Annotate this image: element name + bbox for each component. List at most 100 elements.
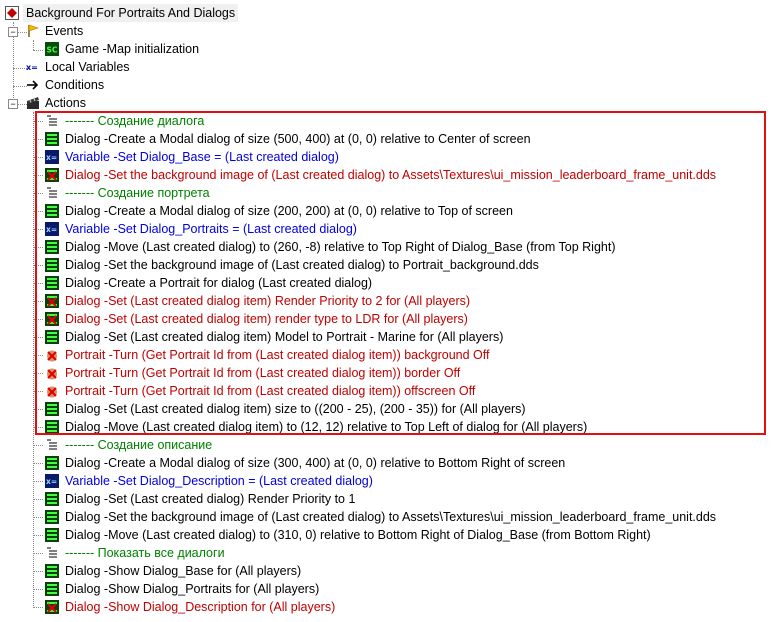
tree-line (33, 265, 43, 266)
comment-icon (45, 186, 59, 200)
tree-line (33, 355, 43, 356)
action-text: Dialog -Show Dialog_Portraits for (All p… (65, 582, 320, 596)
action-text: ------- Показать все диалоги (65, 546, 225, 560)
tree-line (33, 337, 43, 338)
clapper-icon (26, 96, 40, 110)
tree-line (33, 445, 43, 446)
trigger-tree: − − Background For Portraits And Dialogs… (0, 0, 771, 622)
tree-line (33, 553, 43, 554)
action-text: Portrait -Turn (Get Portrait Id from (La… (65, 384, 476, 398)
events-label: Events (45, 24, 84, 38)
tree-line (33, 139, 43, 140)
svg-text:SC: SC (47, 46, 58, 55)
actions-label: Actions (45, 96, 86, 110)
tree-line (33, 157, 43, 158)
svg-text:x=: x= (46, 153, 57, 162)
action-text: Dialog -Show Dialog_Base for (All player… (65, 564, 302, 578)
tree-line (33, 121, 43, 122)
tree-line (33, 193, 43, 194)
conditions-label: Conditions (45, 78, 105, 92)
action-icon (45, 132, 59, 146)
svg-text:x=: x= (46, 225, 57, 234)
tree-line (13, 68, 27, 69)
action-text: Dialog -Set the background image of (Las… (65, 168, 717, 182)
tree-line (33, 409, 43, 410)
action-text: Dialog -Move (Last created dialog item) … (65, 420, 588, 434)
tree-line (33, 229, 43, 230)
tree-line (33, 517, 43, 518)
event-sc-icon: SC (45, 42, 59, 56)
arrow-icon (26, 78, 40, 92)
tree-line (33, 535, 43, 536)
action-icon (45, 528, 59, 542)
tree-line (33, 463, 43, 464)
action-text: Dialog -Create a Modal dialog of size (3… (65, 456, 566, 470)
action-text: Dialog -Create a Modal dialog of size (2… (65, 204, 513, 218)
variables-icon: x= (26, 60, 40, 74)
action-text: Dialog -Set (Last created dialog item) r… (65, 312, 468, 326)
action-text: Dialog -Set (Last created dialog) Render… (65, 492, 356, 506)
action-text: ------- Создание портрета (65, 186, 210, 200)
action-icon (45, 258, 59, 272)
portrait-error-icon (45, 384, 59, 398)
trigger-icon (5, 6, 19, 20)
portrait-error-icon (45, 366, 59, 380)
action-icon (45, 204, 59, 218)
tree-line (33, 391, 43, 392)
action-text: Dialog -Move (Last created dialog) to (2… (65, 240, 616, 254)
action-icon (45, 582, 59, 596)
action-icon (45, 330, 59, 344)
action-text: Dialog -Create a Modal dialog of size (5… (65, 132, 531, 146)
action-text: Portrait -Turn (Get Portrait Id from (La… (65, 366, 461, 380)
svg-text:x=: x= (46, 477, 57, 486)
tree-line (33, 211, 43, 212)
action-error-icon (45, 312, 59, 326)
flag-icon (26, 24, 40, 38)
expander-events[interactable]: − (8, 27, 18, 37)
action-icon (45, 456, 59, 470)
tree-line (33, 373, 43, 374)
action-text: Dialog -Show Dialog_Description for (All… (65, 600, 336, 614)
trigger-name: Background For Portraits And Dialogs (23, 4, 239, 22)
action-icon (45, 402, 59, 416)
action-text: Variable -Set Dialog_Description = (Last… (65, 474, 373, 488)
comment-icon (45, 438, 59, 452)
action-error-icon (45, 294, 59, 308)
tree-line (33, 112, 34, 608)
action-icon (45, 510, 59, 524)
tree-line (33, 283, 43, 284)
tree-line (33, 589, 43, 590)
comment-icon (45, 546, 59, 560)
action-icon (45, 420, 59, 434)
action-text: Dialog -Create a Portrait for dialog (La… (65, 276, 373, 290)
action-text: ------- Создание диалога (65, 114, 205, 128)
action-error-icon (45, 168, 59, 182)
expander-actions[interactable]: − (8, 99, 18, 109)
action-text: Dialog -Set the background image of (Las… (65, 510, 717, 524)
tree-line (33, 427, 43, 428)
tree-line (13, 86, 27, 87)
action-icon (45, 492, 59, 506)
tree-line (33, 319, 43, 320)
action-text: Variable -Set Dialog_Portraits = (Last c… (65, 222, 357, 236)
action-text: Dialog -Set (Last created dialog item) M… (65, 330, 504, 344)
action-text: ------- Создание описание (65, 438, 213, 452)
tree-line (33, 499, 43, 500)
action-text: Dialog -Set the background image of (Las… (65, 258, 539, 272)
tree-line (33, 481, 43, 482)
action-icon (45, 240, 59, 254)
tree-line (33, 607, 43, 608)
tree-line (33, 50, 43, 51)
tree-line (33, 301, 43, 302)
variable-set-icon: x= (45, 474, 59, 488)
action-text: Dialog -Move (Last created dialog) to (3… (65, 528, 651, 542)
action-icon (45, 276, 59, 290)
tree-line (33, 247, 43, 248)
portrait-error-icon (45, 348, 59, 362)
svg-text:x=: x= (26, 63, 38, 72)
local-variables-label: Local Variables (45, 60, 130, 74)
action-text: Portrait -Turn (Get Portrait Id from (La… (65, 348, 490, 362)
action-text: Variable -Set Dialog_Base = (Last create… (65, 150, 339, 164)
action-icon (45, 564, 59, 578)
tree-line (33, 40, 34, 50)
